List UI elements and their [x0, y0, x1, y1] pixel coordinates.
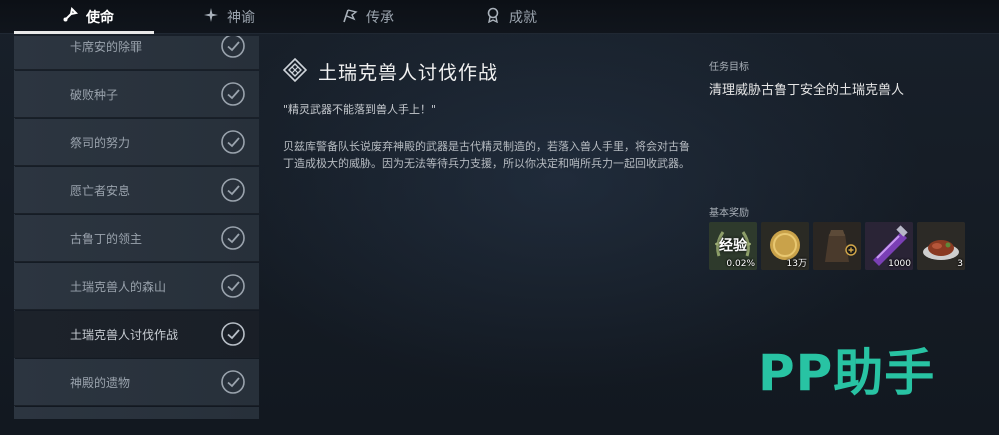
quest-label: 神殿的遗物	[70, 375, 131, 390]
list-item[interactable]: 土瑞克兽人的森山	[14, 263, 259, 310]
tab-achievement[interactable]: 成就	[485, 0, 537, 34]
reward-qty: 0.02%	[726, 259, 755, 269]
tab-label: 传承	[366, 10, 394, 26]
reward-exp-label: 经验	[719, 238, 747, 254]
quest-label: 土瑞克兽人讨伐作战	[70, 327, 179, 342]
quest-label: 土瑞克兽人的森山	[70, 279, 167, 294]
quest-label: 破败种子	[70, 87, 119, 102]
reward-gold[interactable]: 13万	[761, 222, 809, 270]
reward-gear-bag[interactable]	[813, 222, 861, 270]
tab-oracle[interactable]: 神谕	[203, 0, 255, 34]
quest-label: 卡席安的除罪	[70, 39, 143, 54]
check-icon	[220, 81, 246, 107]
quest-title: 土瑞克兽人讨伐作战	[318, 62, 499, 84]
list-item[interactable]: 神殿的遗物	[14, 359, 259, 406]
quest-diamond-icon	[282, 57, 308, 83]
quest-label: 愿亡者安息	[70, 183, 131, 198]
top-tab-bar: 使命 神谕 传承 成就	[0, 0, 999, 34]
quest-label: 祭司的努力	[70, 135, 131, 150]
tab-legacy[interactable]: 传承	[342, 0, 394, 34]
objective-text: 清理威胁古鲁丁安全的土瑞克兽人	[709, 83, 905, 98]
reward-exp[interactable]: 经验 0.02%	[709, 222, 757, 270]
list-item-selected[interactable]: 土瑞克兽人讨伐作战	[14, 311, 259, 358]
check-icon	[220, 225, 246, 251]
flag-icon	[342, 7, 358, 27]
list-item[interactable]: 卡席安的除罪	[14, 36, 259, 70]
list-item[interactable]	[14, 407, 259, 419]
reward-qty: 1000	[888, 259, 911, 269]
tab-label: 使命	[86, 10, 114, 26]
check-icon	[220, 273, 246, 299]
tab-mission[interactable]: 使命	[62, 0, 114, 34]
star-icon	[203, 7, 219, 27]
watermark-logo: PP助手	[758, 344, 936, 402]
active-tab-indicator	[14, 31, 154, 34]
list-item[interactable]: 破败种子	[14, 71, 259, 118]
reward-qty: 13万	[786, 259, 807, 269]
reward-qty: 3	[957, 259, 963, 269]
objective-heading: 任务目标	[709, 62, 749, 73]
tab-label: 成就	[509, 10, 537, 26]
medal-icon	[485, 7, 501, 27]
mission-icon	[62, 6, 79, 27]
list-item[interactable]: 祭司的努力	[14, 119, 259, 166]
check-icon	[220, 369, 246, 395]
reward-meat[interactable]: 3	[917, 222, 965, 270]
reward-heading: 基本奖励	[709, 208, 749, 219]
check-icon	[220, 36, 246, 59]
quest-description: 贝兹库警备队长说废弃神殿的武器是古代精灵制造的，若落入兽人手里，将会对古鲁丁造成…	[283, 140, 690, 170]
quest-label: 古鲁丁的领主	[70, 231, 143, 246]
quest-quote: "精灵武器不能落到兽人手上！"	[283, 103, 437, 116]
check-icon	[220, 129, 246, 155]
list-item[interactable]: 愿亡者安息	[14, 167, 259, 214]
tab-label: 神谕	[227, 10, 255, 26]
check-icon	[220, 321, 246, 347]
quest-list[interactable]: 卡席安的除罪 破败种子 祭司的努力 愿亡者安息 古鲁丁的领主 土瑞克兽人的森山 …	[14, 36, 259, 419]
check-icon	[220, 177, 246, 203]
list-item[interactable]: 古鲁丁的领主	[14, 215, 259, 262]
reward-crystal[interactable]: 1000	[865, 222, 913, 270]
